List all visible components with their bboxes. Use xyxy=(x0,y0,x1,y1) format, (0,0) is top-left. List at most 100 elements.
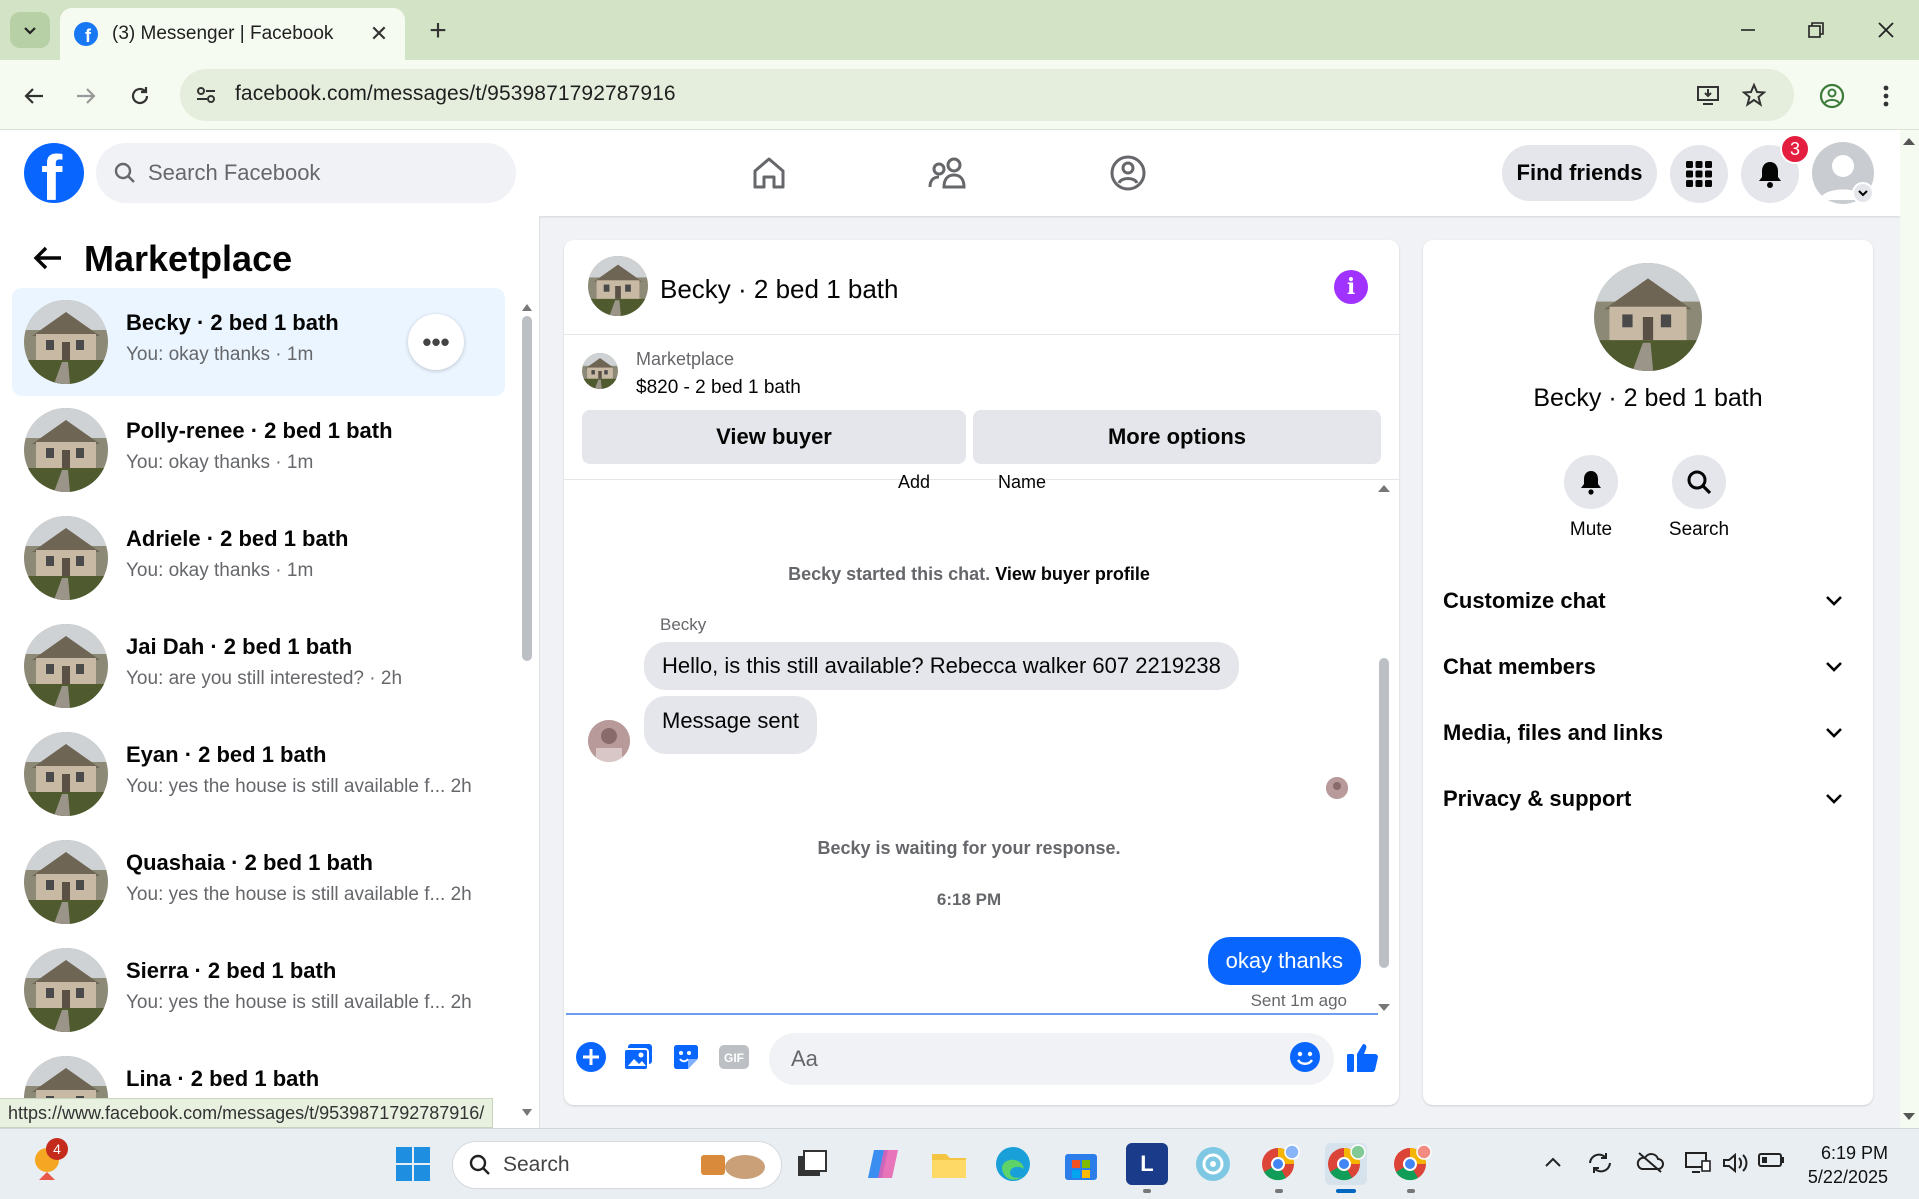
conversation-item[interactable]: Polly-renee · 2 bed 1 bath You: okay tha… xyxy=(12,396,505,504)
account-chevron-icon[interactable] xyxy=(1852,182,1874,204)
url-text[interactable]: facebook.com/messages/t/9539871792787916 xyxy=(235,82,676,106)
conversation-item[interactable]: Adriele · 2 bed 1 bath You: okay thanks … xyxy=(12,504,505,612)
incoming-message[interactable]: Hello, is this still available? Rebecca … xyxy=(644,642,1239,690)
chat-header: Becky · 2 bed 1 bath i xyxy=(564,240,1399,335)
volume-icon[interactable] xyxy=(1722,1151,1750,1181)
read-receipt-avatar xyxy=(1326,777,1348,799)
chat-title[interactable]: Becky · 2 bed 1 bath xyxy=(660,274,898,305)
outgoing-message[interactable]: okay thanks xyxy=(1207,937,1361,985)
browser-tab-strip: f (3) Messenger | Facebook ✕ + xyxy=(0,0,1919,60)
listing-price[interactable]: $820 - 2 bed 1 bath xyxy=(636,377,801,399)
friends-nav-button[interactable] xyxy=(923,148,973,198)
install-app-icon[interactable] xyxy=(1694,81,1722,109)
sync-icon[interactable] xyxy=(1586,1151,1614,1181)
new-tab-button[interactable]: + xyxy=(422,14,454,48)
photo-icon[interactable] xyxy=(621,1040,655,1074)
groups-nav-button[interactable] xyxy=(1103,148,1153,198)
site-info-icon[interactable] xyxy=(192,81,220,109)
message-input[interactable] xyxy=(769,1033,1334,1085)
gif-icon[interactable]: GIF xyxy=(717,1040,751,1074)
conversation-snippet: You: okay thanks · 1m xyxy=(126,560,314,581)
taskbar-search[interactable]: Search xyxy=(452,1141,782,1189)
chat-scroll-thumb[interactable] xyxy=(1379,658,1389,968)
view-buyer-profile-link[interactable]: View buyer profile xyxy=(995,564,1150,584)
address-bar[interactable]: facebook.com/messages/t/9539871792787916 xyxy=(180,69,1794,121)
chat-scrollbar[interactable] xyxy=(1377,483,1391,1013)
browser-toolbar: facebook.com/messages/t/9539871792787916 xyxy=(0,60,1919,130)
chat-window: Becky · 2 bed 1 bath i Marketplace $820 … xyxy=(564,240,1399,1105)
view-buyer-button[interactable]: View buyer xyxy=(582,410,966,464)
home-nav-button[interactable] xyxy=(744,148,794,198)
l-app-icon[interactable]: L xyxy=(1126,1143,1168,1185)
plus-icon[interactable] xyxy=(574,1040,608,1074)
scroll-down-arrow-icon xyxy=(522,1109,532,1116)
bookmark-star-icon[interactable] xyxy=(1740,81,1768,109)
start-button-icon[interactable] xyxy=(392,1143,434,1185)
copilot-icon[interactable] xyxy=(862,1143,904,1185)
forward-button[interactable] xyxy=(66,76,106,116)
chat-avatar[interactable] xyxy=(588,256,648,316)
menu-button[interactable] xyxy=(1670,145,1728,203)
customize-chat-row[interactable]: Customize chat xyxy=(1443,576,1853,626)
more-options-button[interactable]: More options xyxy=(973,410,1381,464)
conversation-item[interactable]: Jai Dah · 2 bed 1 bath You: are you stil… xyxy=(12,612,505,720)
onedrive-offline-icon[interactable] xyxy=(1636,1151,1664,1179)
conversation-avatar xyxy=(1594,263,1702,371)
close-window-button[interactable] xyxy=(1866,12,1906,48)
conversation-item[interactable]: Quashaia · 2 bed 1 bath You: yes the hou… xyxy=(12,828,505,936)
thumbs-up-icon[interactable] xyxy=(1346,1040,1380,1074)
facebook-logo-icon[interactable]: f xyxy=(24,143,84,203)
microsoft-store-icon[interactable] xyxy=(1060,1143,1102,1185)
tab-search-button[interactable] xyxy=(10,12,50,48)
file-explorer-icon[interactable] xyxy=(928,1143,970,1185)
bell-icon xyxy=(1564,455,1618,509)
chrome-profile-3-icon[interactable] xyxy=(1391,1143,1433,1185)
chevron-down-icon xyxy=(1826,728,1842,738)
arrow-right-icon xyxy=(77,88,96,104)
taskbar-clock[interactable]: 6:19 PM 5/22/2025 xyxy=(1800,1141,1888,1189)
sender-avatar[interactable] xyxy=(588,720,630,762)
privacy-support-row[interactable]: Privacy & support xyxy=(1443,774,1853,824)
sidebar-scrollbar[interactable] xyxy=(521,296,533,1126)
browser-menu-button[interactable] xyxy=(1866,76,1906,116)
taskbar-search-label: Search xyxy=(503,1153,570,1176)
info-icon[interactable]: i xyxy=(1334,270,1368,304)
listing-label: Marketplace xyxy=(636,349,735,369)
battery-icon[interactable] xyxy=(1758,1151,1786,1175)
weather-badge: 4 xyxy=(46,1138,68,1160)
back-button[interactable] xyxy=(14,76,54,116)
sidebar-scroll-thumb[interactable] xyxy=(522,316,532,661)
incoming-message[interactable]: Message sent xyxy=(644,696,817,754)
media-files-links-row[interactable]: Media, files and links xyxy=(1443,708,1853,758)
minimize-button[interactable] xyxy=(1728,12,1768,48)
facebook-search[interactable] xyxy=(96,143,516,203)
chrome-profile-2-icon[interactable] xyxy=(1325,1143,1367,1185)
vpn-app-icon[interactable] xyxy=(1192,1143,1234,1185)
network-icon[interactable] xyxy=(1684,1151,1712,1181)
edge-icon[interactable] xyxy=(992,1143,1034,1185)
more-options-icon[interactable]: ••• xyxy=(408,314,464,370)
back-button[interactable] xyxy=(28,238,68,278)
sticker-icon[interactable] xyxy=(669,1040,703,1074)
search-action[interactable]: Search xyxy=(1659,455,1739,541)
conversation-item[interactable]: Sierra · 2 bed 1 bath You: yes the house… xyxy=(12,936,505,1044)
grid-menu-icon xyxy=(1686,161,1712,187)
page-scrollbar[interactable] xyxy=(1900,130,1919,1128)
chat-members-row[interactable]: Chat members xyxy=(1443,642,1853,692)
task-view-icon[interactable] xyxy=(791,1143,833,1185)
show-hidden-icons-chevron-icon[interactable] xyxy=(1544,1151,1562,1174)
mute-action[interactable]: Mute xyxy=(1551,455,1631,541)
facebook-search-input[interactable] xyxy=(148,160,488,186)
browser-tab-active[interactable]: f (3) Messenger | Facebook ✕ xyxy=(60,8,405,60)
emoji-icon[interactable] xyxy=(1288,1040,1322,1074)
reload-button[interactable] xyxy=(120,76,160,116)
conversation-snippet: You: yes the house is still available f.… xyxy=(126,884,472,905)
profile-button[interactable] xyxy=(1812,76,1852,116)
conversation-item[interactable]: Becky · 2 bed 1 bath You: okay thanks · … xyxy=(12,288,505,396)
conversation-item[interactable]: Eyan · 2 bed 1 bath You: yes the house i… xyxy=(12,720,505,828)
friends-icon xyxy=(928,157,966,189)
restore-button[interactable] xyxy=(1796,12,1836,48)
tab-close-icon[interactable]: ✕ xyxy=(367,21,391,47)
find-friends-button[interactable]: Find friends xyxy=(1502,145,1657,201)
chrome-profile-1-icon[interactable] xyxy=(1259,1143,1301,1185)
